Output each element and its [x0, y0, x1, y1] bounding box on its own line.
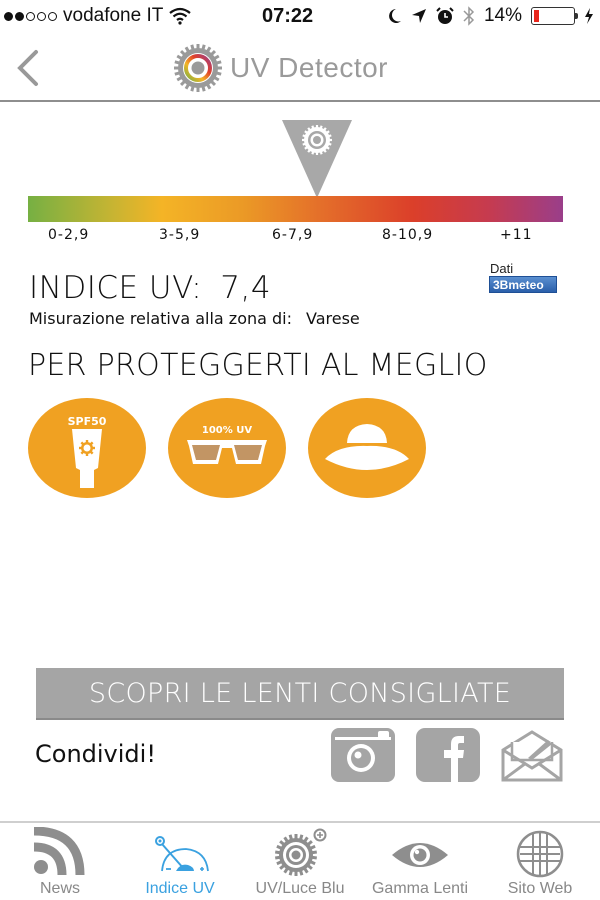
- location-arrow-icon: [411, 9, 426, 23]
- uv-gauge-icon: [155, 836, 209, 872]
- scale-label: 3-5,9: [159, 227, 201, 243]
- signal-strength-icon: [4, 11, 57, 21]
- tab-label: News: [39, 880, 80, 897]
- hat-icon: [325, 424, 409, 470]
- battery-percent: 14%: [483, 5, 522, 26]
- status-bar: vodafone IT 07:22 14%: [0, 0, 600, 34]
- sunscreen-icon: SPF50: [68, 415, 107, 488]
- data-source-label: Dati: [490, 261, 514, 276]
- wifi-icon: [169, 7, 192, 25]
- share-label: Condividi!: [35, 740, 156, 768]
- alarm-icon: [436, 7, 454, 24]
- uv-scale-bar: [28, 196, 563, 222]
- nav-header: UV Detector: [0, 34, 600, 102]
- chevron-left-icon: [17, 50, 38, 86]
- bluetooth-icon: [463, 6, 475, 26]
- globe-icon: [516, 830, 564, 878]
- battery-level-fill: [534, 10, 540, 22]
- scale-label: 6-7,9: [272, 227, 314, 243]
- tab-news[interactable]: News: [0, 823, 120, 900]
- tip-sunscreen[interactable]: SPF50: [28, 398, 146, 498]
- battery-icon: [531, 7, 578, 25]
- tab-label: Indice UV: [145, 880, 215, 897]
- instagram-icon[interactable]: [331, 728, 395, 782]
- uv-level-pointer-icon: [281, 120, 352, 198]
- tab-label: Sito Web: [507, 880, 573, 897]
- zone-line: Misurazione relativa alla zona di: Varese: [29, 309, 360, 328]
- scale-label: +11: [500, 227, 533, 243]
- uv-gear-logo-icon: [174, 44, 222, 92]
- rss-icon: [33, 827, 85, 876]
- uv-scale-labels: 0-2,9 3-5,9 6-7,9 8-10,9 +11: [28, 227, 563, 247]
- tab-sito-web[interactable]: Sito Web: [480, 823, 600, 900]
- tab-label: Gamma Lenti: [371, 880, 469, 897]
- scale-label: 0-2,9: [48, 227, 90, 243]
- zone-city: Varese: [306, 309, 360, 328]
- protection-title: PER PROTEGGERTI AL MEGLIO: [28, 348, 488, 383]
- 3bmeteo-logo[interactable]: 3Bmeteo: [489, 276, 557, 293]
- facebook-icon[interactable]: [416, 728, 480, 782]
- zone-label: Misurazione relativa alla zona di:: [29, 309, 293, 328]
- scale-label: 8-10,9: [382, 227, 434, 243]
- tab-uv-luce-blu[interactable]: UV/Luce Blu: [240, 823, 360, 900]
- uv-index-heading: INDICE UV: 7,4: [29, 270, 271, 306]
- tab-indice-uv[interactable]: Indice UV: [120, 823, 240, 900]
- uv-gear-plus-icon: [275, 828, 327, 876]
- tab-gamma-lenti[interactable]: Gamma Lenti: [360, 823, 480, 900]
- tab-bar: News Indice UV UV/Luce Blu Gamma Lenti S…: [0, 821, 600, 900]
- tip-sunglasses[interactable]: 100% UV: [168, 398, 286, 498]
- protection-tips: SPF50 100% UV: [28, 398, 426, 498]
- moon-icon: [389, 9, 401, 23]
- recommended-lenses-button[interactable]: SCOPRI LE LENTI CONSIGLIATE: [36, 668, 564, 720]
- email-icon[interactable]: [500, 728, 564, 782]
- carrier-name: vodafone IT: [63, 5, 164, 26]
- uv-badge: 100% UV: [202, 425, 252, 436]
- eye-icon: [392, 843, 448, 867]
- tab-label: UV/Luce Blu: [255, 880, 345, 897]
- uv-index-label: INDICE UV:: [29, 270, 203, 306]
- sunglasses-icon: 100% UV: [187, 425, 267, 464]
- tip-hat[interactable]: [308, 398, 426, 498]
- spf-badge: SPF50: [68, 415, 107, 428]
- clock: 07:22: [262, 5, 314, 27]
- page-title: UV Detector: [230, 52, 388, 83]
- uv-index-value: 7,4: [220, 270, 272, 306]
- back-button[interactable]: [12, 46, 46, 90]
- charging-bolt-icon: [585, 8, 593, 24]
